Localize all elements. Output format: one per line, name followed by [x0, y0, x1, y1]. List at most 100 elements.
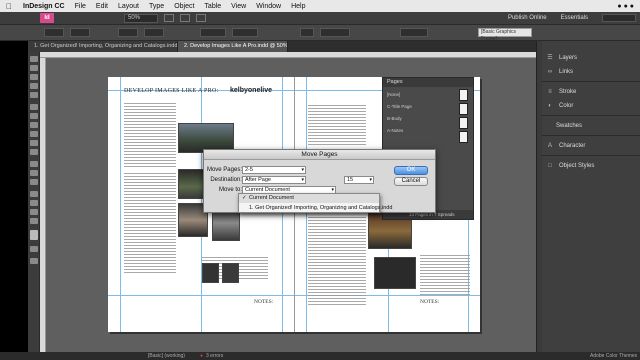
- fill-swatch[interactable]: [300, 28, 314, 37]
- opacity-field[interactable]: [400, 28, 428, 37]
- type-tool-icon[interactable]: [30, 104, 38, 110]
- dropdown-option-get-organized[interactable]: 1. Get Organized! Importing, Organizing …: [239, 204, 392, 213]
- width-field[interactable]: [118, 28, 138, 37]
- links-icon: ∞: [547, 68, 553, 75]
- menu-type[interactable]: Type: [144, 3, 169, 10]
- fill-stroke-icon[interactable]: [30, 230, 38, 240]
- chevron-down-icon: ▾: [369, 177, 372, 183]
- ok-button[interactable]: OK: [394, 166, 428, 175]
- page-thumbnail[interactable]: [459, 89, 468, 101]
- chevron-down-icon: ▾: [301, 177, 304, 183]
- menu-object[interactable]: Object: [169, 3, 199, 10]
- x-position-field[interactable]: [44, 28, 64, 37]
- menu-table[interactable]: Table: [199, 3, 226, 10]
- error-indicator-icon[interactable]: ●: [200, 352, 203, 360]
- page-thumbnail[interactable]: [459, 103, 468, 115]
- apply-color-icon[interactable]: [30, 246, 38, 252]
- layers-icon: ☰: [547, 54, 553, 61]
- page-number-value: 15: [347, 177, 354, 183]
- free-transform-tool-icon[interactable]: [30, 170, 38, 176]
- rectangle-frame-tool-icon[interactable]: [30, 140, 38, 146]
- apple-menu-icon[interactable]: : [0, 2, 18, 11]
- panel-color[interactable]: ◐ Color: [542, 99, 640, 112]
- body-text-frame[interactable]: [124, 173, 176, 273]
- style-status[interactable]: [Basic] (working): [148, 352, 185, 360]
- master-c-title-page[interactable]: C-Title Page: [387, 104, 412, 109]
- menu-layout[interactable]: Layout: [113, 3, 144, 10]
- line-tool-icon[interactable]: [30, 113, 38, 119]
- page-tool-icon[interactable]: [30, 74, 38, 80]
- page-thumbnail[interactable]: [459, 117, 468, 129]
- menu-edit[interactable]: Edit: [91, 3, 113, 10]
- panel-label: Character: [559, 142, 586, 149]
- screen-mode-icon[interactable]: [180, 14, 190, 22]
- master-a-notes[interactable]: A-Notes: [387, 128, 403, 133]
- panel-layers[interactable]: ☰ Layers: [542, 51, 640, 64]
- body-text-frame[interactable]: [124, 103, 176, 169]
- stroke-icon: ≡: [548, 88, 552, 95]
- destination-select[interactable]: After Page ▾: [242, 176, 306, 184]
- preflight-errors[interactable]: 3 errors: [206, 352, 223, 360]
- workspace-switcher[interactable]: Essentials: [561, 15, 602, 21]
- arrange-documents-icon[interactable]: [196, 14, 206, 22]
- master-none[interactable]: [None]: [387, 92, 400, 97]
- gap-tool-icon[interactable]: [30, 83, 38, 89]
- menu-view[interactable]: View: [226, 3, 251, 10]
- tab-develop-images[interactable]: 2. Develop Images Like A Pro.indd @ 50%: [178, 41, 288, 52]
- stroke-weight-field[interactable]: [320, 28, 350, 37]
- direct-selection-tool-icon[interactable]: [30, 65, 38, 71]
- move-pages-field[interactable]: 2-5 ▾: [242, 166, 306, 174]
- menu-bar:  InDesign CC File Edit Layout Type Obje…: [0, 0, 640, 12]
- panel-links[interactable]: ∞ Links: [542, 65, 640, 78]
- note-tool-icon[interactable]: [30, 191, 38, 197]
- object-style-select[interactable]: [Basic Graphics Frame]: [478, 28, 532, 42]
- adobe-color-themes-label[interactable]: Adobe Color Themes: [590, 352, 637, 360]
- search-input[interactable]: [602, 14, 636, 22]
- scale-y-field[interactable]: [232, 28, 258, 37]
- panel-label: Stroke: [559, 88, 577, 95]
- menu-help[interactable]: Help: [286, 3, 310, 10]
- tab-get-organized[interactable]: 1. Get Organized! Importing, Organizing …: [28, 41, 178, 52]
- scale-x-field[interactable]: [200, 28, 226, 37]
- panel-character[interactable]: A Character: [542, 139, 640, 152]
- scissors-tool-icon[interactable]: [30, 161, 38, 167]
- content-collector-icon[interactable]: [30, 92, 38, 98]
- gradient-tool-icon[interactable]: [30, 179, 38, 185]
- dropdown-option-current-document[interactable]: ✓ Current Document: [239, 194, 379, 203]
- body-text-frame[interactable]: [308, 217, 366, 307]
- publish-online-button[interactable]: Publish Online: [508, 15, 561, 21]
- eyedropper-tool-icon[interactable]: [30, 200, 38, 206]
- rectangle-tool-icon[interactable]: [30, 149, 38, 155]
- pen-tool-icon[interactable]: [30, 122, 38, 128]
- height-field[interactable]: [144, 28, 164, 37]
- y-position-field[interactable]: [70, 28, 90, 37]
- pages-panel-title[interactable]: Pages: [383, 78, 473, 87]
- view-options-icon[interactable]: [164, 14, 174, 22]
- panel-swatches[interactable]: Swatches: [542, 119, 640, 132]
- menu-file[interactable]: File: [70, 3, 91, 10]
- status-bar: [Basic] (working) ● 3 errors Adobe Color…: [0, 352, 640, 360]
- panel-stroke[interactable]: ≡ Stroke: [542, 85, 640, 98]
- thumbnail-photo[interactable]: [222, 263, 239, 283]
- screen-mode-tool-icon[interactable]: [30, 258, 38, 264]
- panel-object-styles[interactable]: □ Object Styles: [542, 159, 640, 172]
- zoom-level-field[interactable]: 50%: [124, 13, 158, 23]
- page-thumbnail[interactable]: [459, 131, 468, 143]
- pencil-tool-icon[interactable]: [30, 131, 38, 137]
- master-b-body[interactable]: B-Body: [387, 116, 402, 121]
- cancel-button[interactable]: Cancel: [394, 177, 428, 186]
- selection-tool-icon[interactable]: [30, 56, 38, 62]
- kelbyone-logo: kelbyonelive: [230, 87, 273, 94]
- hand-tool-icon[interactable]: [30, 209, 38, 215]
- body-text-frame[interactable]: [420, 255, 470, 295]
- menu-app-name[interactable]: InDesign CC: [18, 3, 70, 10]
- color-icon: ◐: [548, 102, 552, 109]
- zoom-tool-icon[interactable]: [30, 218, 38, 224]
- page-number-select[interactable]: 15 ▾: [344, 176, 374, 184]
- panel-divider: [542, 115, 640, 116]
- panel-divider: [542, 81, 640, 82]
- menu-window[interactable]: Window: [251, 3, 286, 10]
- body-text-frame[interactable]: [308, 105, 366, 145]
- thumbnail-photo[interactable]: [202, 263, 219, 283]
- lightroom-screenshot[interactable]: [374, 257, 416, 289]
